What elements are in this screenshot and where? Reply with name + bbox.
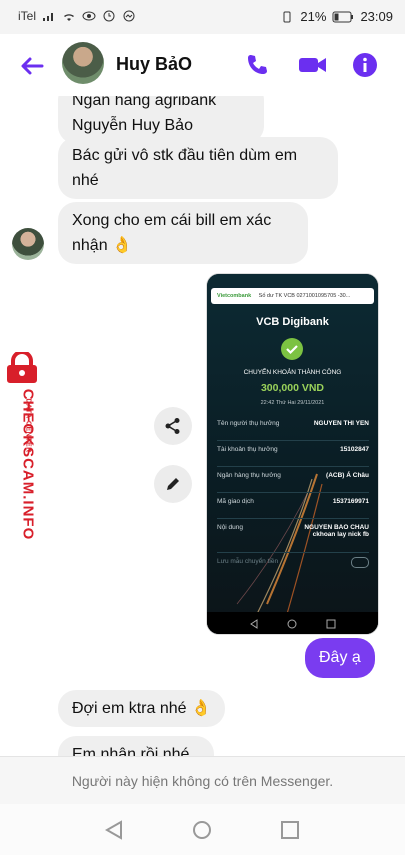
- vietcombank-label: Vietcombank: [217, 293, 252, 299]
- contact-name[interactable]: Huy BảO: [116, 54, 192, 75]
- clock-time: 23:09: [360, 9, 393, 24]
- transfer-amount: 300,000 VND: [260, 382, 325, 394]
- vibrate-icon: [283, 11, 291, 22]
- contact-avatar[interactable]: [62, 42, 104, 84]
- share-button[interactable]: [154, 407, 192, 445]
- message-bubble: Bác gửi vô stk đầu tiên dùm em nhé: [58, 137, 338, 199]
- video-call-icon[interactable]: [298, 52, 328, 78]
- message-bubble: Đợi em ktra nhé 👌: [58, 690, 225, 727]
- success-check-icon: [281, 338, 303, 360]
- info-icon[interactable]: [352, 52, 378, 78]
- row-label: Tài khoản thụ hưởng: [217, 446, 278, 453]
- status-bar: iTel 21% 23:09: [0, 0, 405, 34]
- row-label: Lưu mẫu chuyển tiền: [217, 558, 279, 565]
- receipt-row: Tên người thụ hưởng NGUYEN THI YEN: [217, 414, 369, 441]
- transfer-status: CHUYỂN KHOẢN THÀNH CÔNG: [243, 369, 342, 376]
- phone-nav-bar: [250, 619, 336, 629]
- receipt-row: Tài khoản thụ hưởng 15102847: [217, 440, 369, 467]
- home-circle-icon[interactable]: [191, 819, 213, 841]
- message-bubble: Xong cho em cái bill em xác nhận 👌: [58, 202, 308, 264]
- sender-avatar: [12, 228, 44, 260]
- battery-percent: 21%: [300, 9, 327, 24]
- eye-icon: [82, 11, 96, 21]
- row-value: 15102847: [340, 446, 369, 453]
- receipt-row: Nội dung NGUYEN BAO CHAU ckhoan lay nick …: [217, 518, 369, 553]
- row-value: 1537169971: [332, 498, 369, 505]
- battery-icon: [332, 11, 354, 22]
- row-value: NGUYEN THI YEN: [313, 420, 369, 427]
- message-bubble: Em nhận rồi nhé: [58, 736, 214, 756]
- system-nav-bar: [0, 804, 405, 855]
- my-message-bubble: Đây ạ: [305, 638, 375, 678]
- signal-icon: [43, 13, 54, 21]
- receipt-row: Mã giao dịch 1537169971: [217, 492, 369, 519]
- row-value: (ACB) Á Châu: [326, 472, 369, 479]
- unavailable-notice: Người này hiện không có trên Messenger.: [0, 756, 405, 805]
- row-value: NGUYEN BAO CHAU ckhoan lay nick fb: [304, 524, 369, 538]
- share-icon: [165, 418, 180, 434]
- back-arrow-icon[interactable]: [18, 52, 46, 80]
- row-label: Tên người thụ hưởng: [217, 420, 280, 427]
- clock-icon: [103, 10, 115, 22]
- watermark-caption: DATA CENTER: [24, 398, 32, 453]
- notification-text: Số dư TK VCB 0271001095705 -30...: [258, 293, 351, 299]
- wifi-icon: [64, 14, 75, 21]
- messenger-icon: [123, 10, 135, 22]
- edit-button[interactable]: [154, 465, 192, 503]
- checkscam-watermark: CHECKSCAM.INFO DATA CENTER: [2, 352, 46, 552]
- vcb-brand: VCB Digibank: [256, 316, 329, 328]
- carrier-label: iTel: [18, 9, 37, 23]
- transfer-datetime: 22:42 Thứ Hai 29/11/2021: [260, 400, 325, 406]
- recents-square-icon[interactable]: [279, 819, 301, 841]
- receipt-image[interactable]: Vietcombank Số dư TK VCB 0271001095705 -…: [207, 274, 378, 634]
- row-label: Ngân hàng thụ hưởng: [217, 472, 281, 479]
- phone-call-icon[interactable]: [244, 52, 270, 78]
- row-label: Nội dung: [217, 524, 244, 531]
- bank-notification: Vietcombank Số dư TK VCB 0271001095705 -…: [211, 288, 374, 304]
- chat-header: Huy BảO: [0, 34, 405, 97]
- pencil-icon: [167, 478, 179, 490]
- receipt-row: Lưu mẫu chuyển tiền: [217, 552, 369, 578]
- receipt-row: Ngân hàng thụ hưởng (ACB) Á Châu: [217, 466, 369, 493]
- back-triangle-icon[interactable]: [103, 819, 125, 841]
- message-list: Ngân hàng agribank Nguyễn Huy Bảo Bác gử…: [0, 96, 405, 756]
- row-label: Mã giao dịch: [217, 498, 254, 505]
- save-template-toggle: [351, 557, 369, 568]
